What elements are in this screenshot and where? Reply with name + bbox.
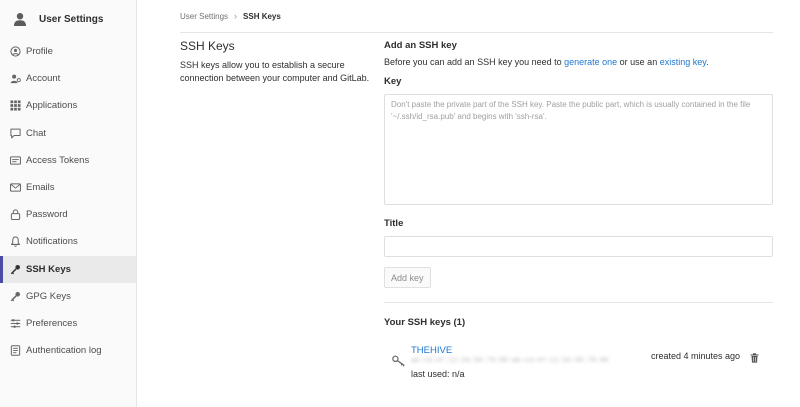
add-ssh-key-form: Add an SSH key Before you can add an SSH… bbox=[384, 40, 773, 385]
sidebar-item-ssh-keys[interactable]: SSH Keys bbox=[0, 255, 136, 283]
sidebar-item-chat[interactable]: Chat bbox=[0, 120, 136, 147]
title-label: Title bbox=[384, 218, 404, 229]
account-icon bbox=[10, 74, 21, 84]
breadcrumb-separator-icon: › bbox=[234, 11, 238, 21]
ssh-key-created: created 4 minutes ago bbox=[651, 351, 741, 361]
settings-sidebar: User Settings Profile Account Applicatio… bbox=[0, 0, 137, 407]
trash-icon[interactable] bbox=[750, 353, 759, 363]
generate-one-link[interactable]: generate one bbox=[564, 57, 617, 67]
desc-text-after: . bbox=[706, 57, 709, 67]
intro-section: SSH Keys SSH keys allow you to establish… bbox=[180, 39, 380, 85]
sidebar-item-preferences[interactable]: Preferences bbox=[0, 310, 136, 337]
authentication-log-icon bbox=[10, 345, 21, 356]
sidebar-item-label: Profile bbox=[26, 46, 53, 58]
page-title: SSH Keys bbox=[180, 39, 235, 53]
title-input[interactable] bbox=[384, 236, 773, 257]
sidebar-item-label: GPG Keys bbox=[26, 290, 71, 302]
sidebar-item-label: Chat bbox=[26, 127, 47, 139]
sidebar-item-applications[interactable]: Applications bbox=[0, 92, 136, 119]
key-textarea[interactable] bbox=[384, 94, 773, 205]
profile-icon bbox=[10, 46, 21, 57]
desc-text-before: Before you can add an SSH key you need t… bbox=[384, 57, 565, 67]
sidebar-header[interactable]: User Settings bbox=[0, 0, 136, 38]
form-heading: Add an SSH key bbox=[384, 40, 457, 51]
sidebar-item-emails[interactable]: Emails bbox=[0, 174, 136, 201]
chat-icon bbox=[10, 128, 21, 139]
key-label: Key bbox=[384, 76, 402, 87]
sidebar-item-account[interactable]: Account bbox=[0, 65, 136, 92]
section-divider bbox=[384, 302, 773, 303]
breadcrumb-parent[interactable]: User Settings bbox=[180, 12, 228, 21]
ssh-key-icon bbox=[10, 264, 20, 274]
ssh-key-list-item: THEHIVE ab:cd:ef:12:34:56:78:90:ab:cd:ef… bbox=[384, 345, 773, 385]
form-description: Before you can add an SSH key you need t… bbox=[384, 57, 773, 67]
password-icon bbox=[10, 209, 21, 221]
ssh-key-fingerprint: ab:cd:ef:12:34:56:78:90:ab:cd:ef:12:34:5… bbox=[411, 357, 609, 365]
notifications-icon bbox=[10, 236, 21, 248]
sidebar-item-label: Notifications bbox=[26, 236, 78, 248]
sidebar-item-notifications[interactable]: Notifications bbox=[0, 228, 136, 255]
add-key-button[interactable]: Add key bbox=[384, 267, 431, 288]
ssh-keys-list-heading: Your SSH keys (1) bbox=[384, 317, 466, 328]
sidebar-item-label: Authentication log bbox=[26, 345, 102, 357]
ssh-key-title-link[interactable]: THEHIVE bbox=[411, 345, 452, 356]
gpg-key-icon bbox=[10, 291, 20, 302]
preferences-icon bbox=[10, 319, 21, 328]
ssh-key-last-used: last used: n/a bbox=[411, 369, 465, 379]
sidebar-title: User Settings bbox=[39, 13, 104, 25]
main-content: User Settings › SSH Keys SSH Keys SSH ke… bbox=[137, 0, 800, 407]
existing-key-link[interactable]: existing key bbox=[660, 57, 706, 67]
sidebar-item-access-tokens[interactable]: Access Tokens bbox=[0, 147, 136, 174]
emails-icon bbox=[10, 183, 21, 192]
applications-icon bbox=[10, 100, 21, 112]
breadcrumb: User Settings › SSH Keys bbox=[180, 0, 773, 33]
sidebar-item-label: Preferences bbox=[26, 317, 78, 329]
access-tokens-icon bbox=[10, 156, 21, 165]
breadcrumb-current[interactable]: SSH Keys bbox=[243, 12, 281, 21]
desc-text-middle: or use an bbox=[617, 57, 660, 67]
sidebar-item-profile[interactable]: Profile bbox=[0, 38, 136, 65]
sidebar-item-label: Account bbox=[26, 73, 61, 85]
sidebar-item-label: Access Tokens bbox=[26, 154, 90, 166]
user-avatar-icon bbox=[14, 13, 26, 26]
page-description: SSH keys allow you to establish a secure… bbox=[180, 60, 370, 83]
sidebar-item-password[interactable]: Password bbox=[0, 201, 136, 228]
sidebar-item-gpg-keys[interactable]: GPG Keys bbox=[0, 283, 136, 310]
sidebar-item-label: SSH Keys bbox=[26, 263, 71, 275]
sidebar-item-label: Applications bbox=[26, 100, 78, 112]
sidebar-item-label: Emails bbox=[26, 182, 55, 194]
sidebar-item-label: Password bbox=[26, 209, 68, 221]
sidebar-item-authentication-log[interactable]: Authentication log bbox=[0, 337, 136, 364]
key-icon bbox=[392, 355, 405, 367]
